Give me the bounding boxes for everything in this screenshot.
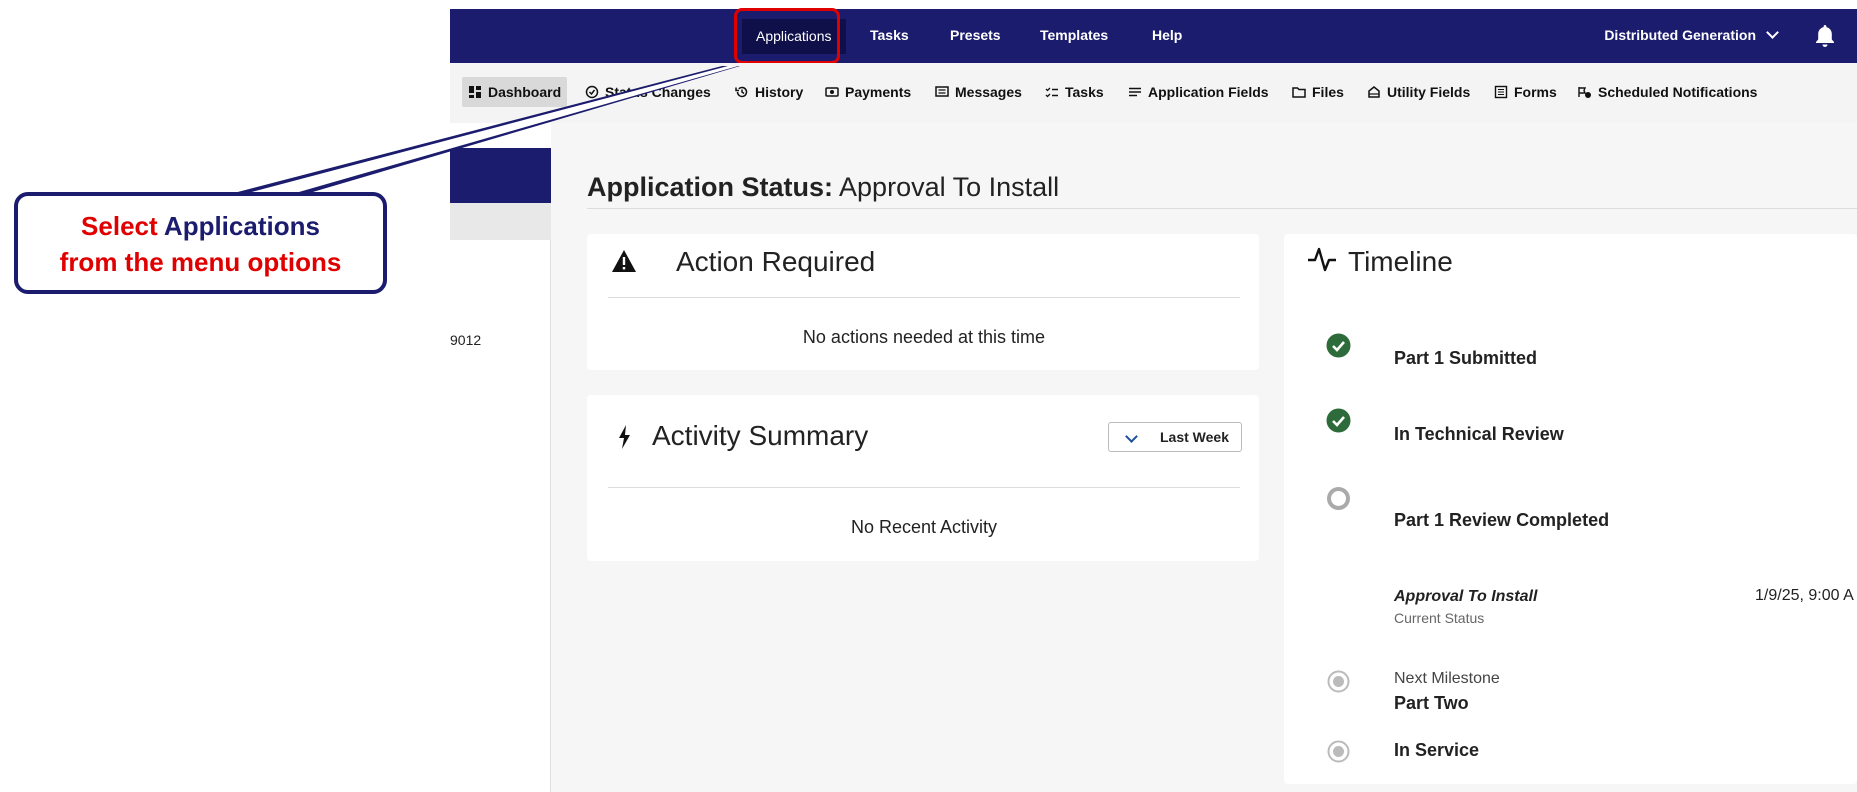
nav-templates[interactable]: Templates: [1040, 27, 1108, 43]
callout-word-select: Select: [81, 211, 158, 241]
timeline-item-technical-review: In Technical Review: [1394, 424, 1564, 444]
bell-icon[interactable]: [1813, 23, 1837, 49]
application-fields-icon: [1129, 87, 1141, 97]
action-required-divider: [608, 297, 1240, 298]
sidebar-header: [450, 148, 551, 203]
chevron-down-icon: [1125, 430, 1138, 443]
payments-icon: [825, 87, 839, 97]
nav-presets[interactable]: Presets: [950, 27, 1001, 43]
subnav-tasks[interactable]: Tasks: [1045, 84, 1104, 100]
page-title: Application Status: Approval To Install: [587, 172, 1059, 203]
subnav-messages[interactable]: Messages: [935, 84, 1022, 100]
current-status-label: Current Status: [1394, 610, 1485, 626]
radio-circle-icon: [1327, 670, 1350, 693]
status-changes-icon: [585, 85, 599, 99]
dashboard-icon: [469, 86, 481, 98]
scheduled-notifications-icon: [1578, 87, 1591, 98]
subnav-files[interactable]: Files: [1292, 84, 1344, 100]
chevron-down-icon: [1766, 26, 1779, 39]
activity-summary-message: No Recent Activity: [850, 517, 998, 537]
subnav-forms[interactable]: Forms: [1494, 84, 1557, 100]
messages-icon: [935, 86, 949, 97]
history-icon: [735, 86, 748, 98]
nav-applications[interactable]: Applications: [742, 19, 846, 54]
top-navigation-bar: Applications Tasks Presets Templates Hel…: [450, 9, 1857, 63]
check-circle-icon: [1326, 408, 1351, 433]
subnav-history[interactable]: History: [735, 84, 803, 100]
lightning-icon: [619, 425, 630, 449]
subnav-utility-fields[interactable]: Utility Fields: [1367, 84, 1470, 100]
organization-name: Distributed Generation: [1604, 27, 1756, 43]
subnav-dashboard[interactable]: Dashboard: [462, 77, 568, 107]
empty-circle-icon: [1327, 487, 1350, 510]
utility-fields-icon: [1368, 86, 1380, 98]
timeline-item-current-status: Approval To Install: [1394, 588, 1538, 605]
subnav-status-changes[interactable]: Status Changes: [585, 84, 711, 100]
timeline-item-part1-review-completed: Part 1 Review Completed: [1394, 510, 1610, 530]
timeline-item-part-two: Part Two: [1394, 693, 1469, 713]
action-required-message: No actions needed at this time: [802, 327, 1046, 347]
application-subnav: Dashboard Status Changes History Payment…: [450, 63, 1857, 123]
check-circle-icon: [1326, 333, 1351, 358]
activity-pulse-icon: [1308, 247, 1336, 272]
action-required-title: Action Required: [676, 246, 876, 277]
callout-line2: from the menu options: [59, 247, 342, 277]
tasks-icon: [1045, 87, 1058, 98]
timeline-item-in-service: In Service: [1394, 740, 1480, 760]
nav-tasks[interactable]: Tasks: [870, 27, 909, 43]
activity-range-dropdown[interactable]: Last Week: [1108, 422, 1242, 452]
forms-icon: [1494, 85, 1508, 99]
timeline-item-part1-submitted: Part 1 Submitted: [1394, 348, 1538, 368]
status-label: Application Status:: [587, 172, 834, 202]
callout-word-applications: Applications: [163, 211, 320, 241]
timeline-title: Timeline: [1348, 246, 1453, 277]
current-status-date: 1/9/25, 9:00 A: [1755, 587, 1854, 604]
warning-icon: [612, 250, 636, 272]
subnav-payments[interactable]: Payments: [825, 84, 911, 100]
next-milestone-label: Next Milestone: [1394, 670, 1500, 687]
sidebar-divider: [550, 240, 551, 792]
subnav-application-fields[interactable]: Application Fields: [1128, 84, 1269, 100]
radio-circle-icon: [1327, 740, 1350, 763]
activity-summary-divider: [608, 487, 1240, 488]
title-divider: [587, 208, 1857, 209]
organization-selector[interactable]: Distributed Generation: [1604, 26, 1779, 43]
subnav-scheduled-notifications[interactable]: Scheduled Notifications: [1578, 84, 1757, 100]
activity-range-value: Last Week: [1160, 429, 1229, 445]
status-value: Approval To Install: [839, 172, 1060, 202]
folder-icon: [1292, 87, 1306, 98]
sidebar-partial-number: 9012: [450, 332, 482, 348]
sidebar-tab[interactable]: [450, 203, 551, 240]
instruction-callout: Select Applications from the menu option…: [14, 192, 387, 294]
nav-help[interactable]: Help: [1152, 27, 1182, 43]
timeline-card: [1284, 234, 1857, 784]
activity-summary-title: Activity Summary: [652, 420, 869, 451]
